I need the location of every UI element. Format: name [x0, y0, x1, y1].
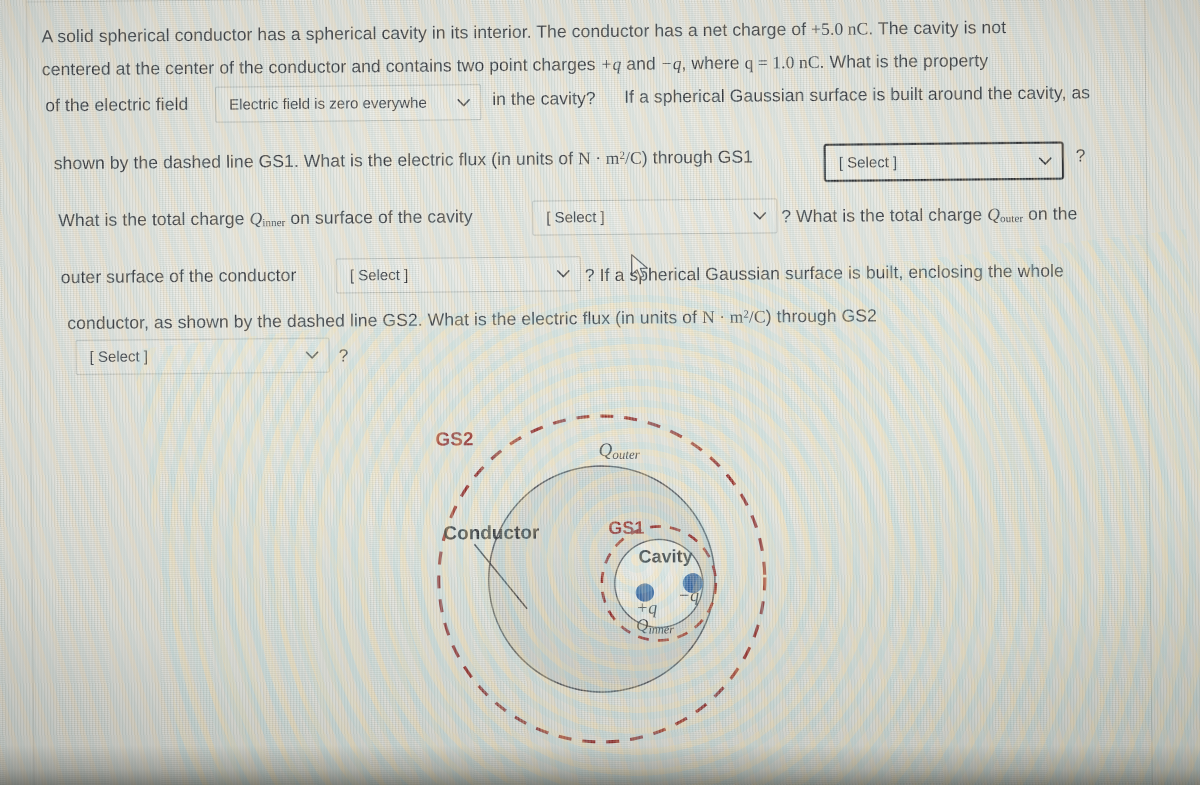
q-value: q = 1.0 nC — [744, 51, 820, 73]
charge-minus-q-symbol: −q — [660, 53, 682, 74]
chevron-down-icon[interactable] — [304, 351, 320, 360]
chevron-down-icon[interactable] — [555, 269, 571, 278]
question-line-2: centered at the center of the conductor … — [42, 50, 988, 80]
select-q-inner-charge-value: [ Select ] — [546, 208, 605, 227]
chevron-down-icon[interactable] — [751, 211, 767, 220]
screen-surface: A solid spherical conductor has a spheri… — [0, 0, 1200, 785]
question-line-5-suffix: ? What is the total charge Qouter on the — [781, 203, 1077, 227]
figure-label-gs1: GS1 — [608, 517, 645, 538]
select-q-outer-charge-value: [ Select ] — [349, 266, 409, 285]
flux-units-gs2: N · m2/C — [701, 306, 766, 328]
select-electric-field-property[interactable]: Electric field is zero everywhe — [215, 84, 482, 123]
select-electric-field-property-value: Electric field is zero everywhe — [229, 94, 427, 114]
question-line-7-text-b: ) through GS2 — [765, 305, 878, 327]
q-inner-symbol: Qinner — [249, 208, 286, 230]
question-line-8-suffix: ? — [338, 345, 349, 366]
question-line-6-prefix: outer surface of the conductor — [60, 264, 297, 288]
question-line-5-prefix: What is the total charge Qinner on surfa… — [58, 206, 473, 231]
question-line-5-text-c: ? What is the total charge — [781, 204, 988, 227]
question-line-1-text-b: . The cavity is not — [868, 17, 1007, 39]
question-line-7-text-a: conductor, as shown by the dashed line G… — [67, 307, 703, 334]
q-outer-symbol: Qouter — [987, 204, 1024, 226]
figure-label-cavity: Cavity — [638, 546, 693, 567]
question-line-4-text-a: shown by the dashed line GS1. What is th… — [53, 148, 579, 174]
chevron-down-icon[interactable] — [1037, 156, 1053, 165]
question-line-4-suffix: ? — [1075, 145, 1086, 166]
figure-label-gs2: GS2 — [435, 429, 474, 451]
question-line-4-prefix: shown by the dashed line GS1. What is th… — [54, 147, 753, 175]
question-line-4-text-b: ) through GS1 — [641, 146, 754, 168]
figure-label-charge-negative: −q — [677, 585, 700, 606]
figure-label-q-outer: Qouter — [598, 439, 640, 462]
net-charge-value: +5.0 nC — [811, 18, 869, 39]
figure-label-q-inner: Qinner — [636, 615, 674, 637]
select-flux-through-gs2[interactable]: [ Select ] — [75, 337, 330, 376]
question-line-2-and: and — [621, 53, 661, 74]
chevron-down-icon[interactable] — [455, 98, 471, 107]
figure-label-conductor: Conductor — [443, 522, 540, 545]
question-line-1: A solid spherical conductor has a spheri… — [41, 17, 1006, 47]
select-q-inner-charge[interactable]: [ Select ] — [532, 198, 778, 236]
mouse-arrow-cursor — [630, 254, 652, 282]
select-flux-through-gs1[interactable]: [ Select ] — [823, 141, 1064, 182]
question-line-5-text-d: on the — [1023, 203, 1078, 224]
question-line-2-text-b: , where — [681, 52, 745, 74]
question-line-2-text-c: . What is the property — [819, 50, 989, 72]
question-line-3-suffix: If a spherical Gaussian surface is built… — [624, 82, 1091, 107]
photographed-screen: A solid spherical conductor has a spheri… — [0, 0, 1200, 785]
select-flux-through-gs2-value: [ Select ] — [89, 348, 149, 366]
question-line-3-prefix: of the electric field — [45, 93, 189, 116]
question-content: A solid spherical conductor has a spheri… — [0, 0, 1194, 779]
question-line-2-text-a: centered at the center of the conductor … — [41, 54, 601, 80]
select-flux-through-gs1-value: [ Select ] — [838, 153, 898, 172]
flux-units-gs1: N · m2/C — [578, 147, 642, 169]
question-line-5-text-a: What is the total charge — [58, 208, 250, 231]
gaussian-surface-diagram: GS2 Qouter GS1 Conductor Cavity +q −q Qi… — [385, 374, 819, 768]
charge-plus-q-symbol: +q — [600, 53, 622, 75]
question-line-7: conductor, as shown by the dashed line G… — [67, 305, 877, 334]
question-line-3-mid: in the cavity? — [492, 88, 596, 110]
select-q-outer-charge[interactable]: [ Select ] — [335, 256, 582, 294]
question-line-5-text-b: on surface of the cavity — [285, 206, 473, 229]
question-line-6-suffix: ? If a spherical Gaussian surface is bui… — [584, 260, 1064, 286]
question-line-1-text-a: A solid spherical conductor has a spheri… — [41, 18, 812, 47]
